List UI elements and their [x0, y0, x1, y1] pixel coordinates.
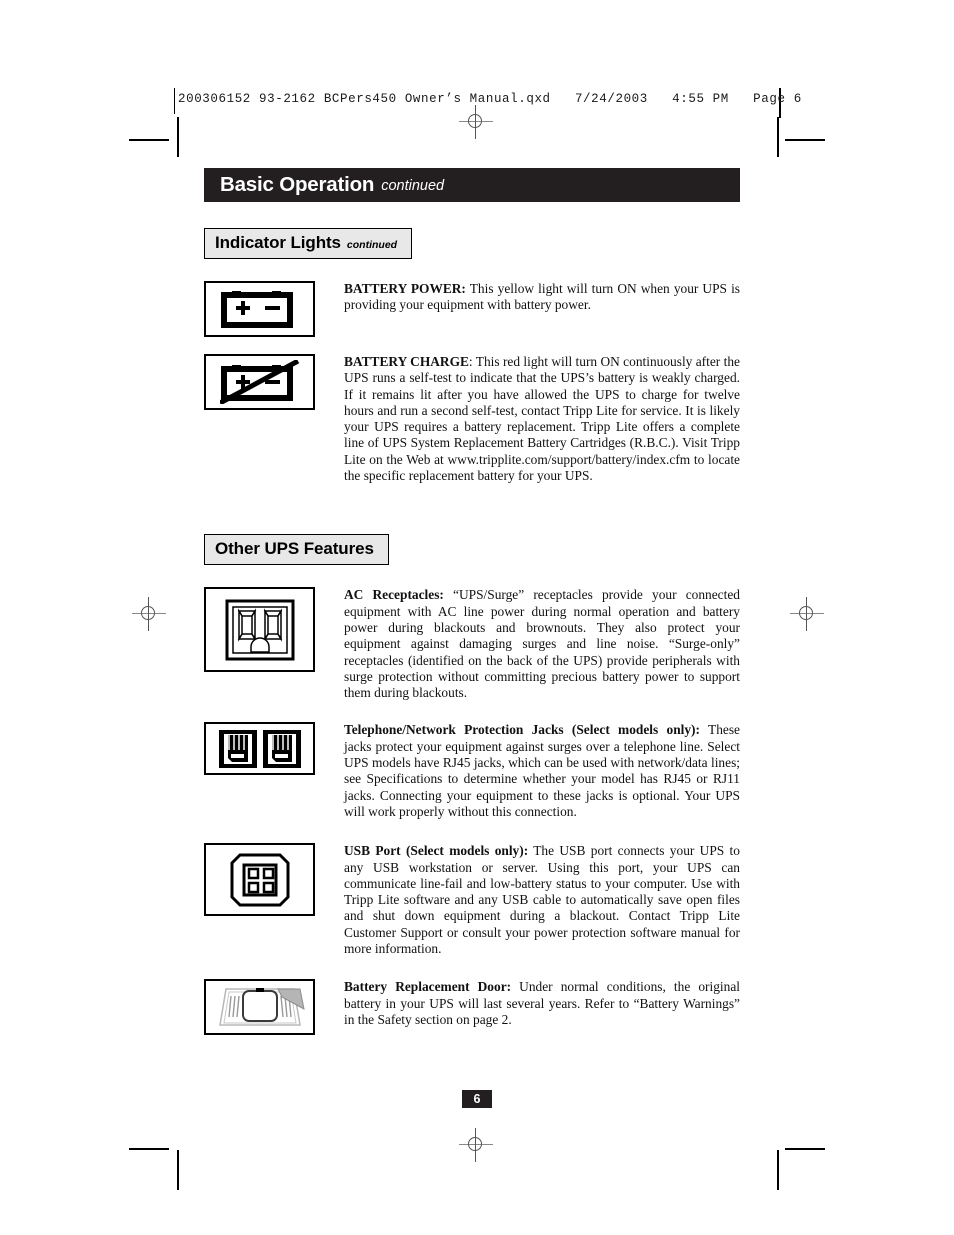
page-title-continued: continued: [381, 178, 445, 194]
feature-text-ac-receptacles: AC Receptacles: “UPS/Surge” receptacles …: [316, 587, 740, 701]
battery-door-icon: [218, 988, 305, 1027]
section-heading-continued: continued: [346, 239, 398, 251]
section-heading-indicator-lights: Indicator Lights continued: [204, 228, 413, 259]
section-heading-other-ups-features: Other UPS Features: [204, 534, 389, 566]
feature-lead-battery-replacement-door: Battery Replacement Door:: [344, 979, 512, 995]
icon-cell: [204, 587, 316, 673]
feature-text-battery-power: BATTERY POWER: This yellow light will tu…: [316, 281, 740, 314]
icon-cell: [204, 281, 316, 337]
ac-receptacle-icon-frame: [204, 587, 315, 673]
icon-cell: [204, 979, 316, 1036]
feature-row-telephone-network-jacks: Telephone/Network Protection Jacks (Sele…: [204, 722, 740, 820]
icon-cell: [204, 843, 316, 917]
crop-mark-bottom-left-horizontal: [129, 1148, 169, 1150]
feature-row-battery-charge: BATTERY CHARGE: This red light will turn…: [204, 354, 740, 484]
battery-door-icon-frame: [204, 979, 315, 1036]
crop-mark-bottom-left-vertical: [177, 1150, 179, 1190]
crop-mark-bottom-right-vertical: [777, 1150, 779, 1190]
page-content: Basic Operation continued Indicator Ligh…: [204, 168, 740, 1036]
feature-text-telephone-network-jacks: Telephone/Network Protection Jacks (Sele…: [316, 722, 740, 820]
feature-text-usb-port: USB Port (Select models only): The USB p…: [316, 843, 740, 957]
file-header-text: 200306152 93-2162 BCPers450 Owner’s Manu…: [178, 92, 802, 106]
header-rule-left: [174, 88, 175, 114]
feature-text-battery-replacement-door: Battery Replacement Door: Under normal c…: [316, 979, 740, 1028]
feature-row-usb-port: USB Port (Select models only): The USB p…: [204, 843, 740, 957]
usb-port-icon-frame: [204, 843, 315, 917]
feature-text-battery-charge: BATTERY CHARGE: This red light will turn…: [316, 354, 740, 484]
crop-mark-top-left-horizontal: [129, 139, 169, 141]
registration-mark-left: [132, 597, 166, 631]
page-number-badge: 6: [462, 1090, 492, 1108]
section-heading-label: Indicator Lights: [215, 233, 341, 252]
feature-row-battery-replacement-door: Battery Replacement Door: Under normal c…: [204, 979, 740, 1036]
usb-port-icon: [230, 853, 289, 907]
feature-body-ac-receptacles: “UPS/Surge” receptacles provide your con…: [344, 587, 740, 701]
battery-slashed-icon: [219, 360, 299, 404]
feature-lead-ac-receptacles: AC Receptacles:: [344, 587, 444, 603]
crop-mark-top-left-vertical: [177, 117, 179, 157]
registration-mark-bottom: [459, 1128, 493, 1162]
feature-lead-usb-port: USB Port (Select models only):: [344, 843, 529, 859]
icon-cell: [204, 354, 316, 410]
battery-icon: [220, 291, 293, 328]
crop-mark-bottom-right-horizontal: [785, 1148, 825, 1150]
rj-jacks-icon: [218, 729, 301, 768]
page-number: 6: [473, 1092, 481, 1106]
section-heading-label: Other UPS Features: [215, 539, 374, 559]
feature-row-ac-receptacles: AC Receptacles: “UPS/Surge” receptacles …: [204, 587, 740, 701]
rj-jacks-icon-frame: [204, 722, 315, 776]
battery-icon-frame: [204, 281, 315, 337]
feature-lead-battery-power: BATTERY POWER:: [344, 281, 466, 296]
feature-lead-battery-charge: BATTERY CHARGE: [344, 354, 469, 369]
battery-slashed-icon-frame: [204, 354, 315, 410]
crop-mark-top-right-horizontal: [785, 139, 825, 141]
ac-receptacle-icon: [225, 599, 294, 661]
feature-body-battery-charge: : This red light will turn ON continuous…: [344, 354, 740, 484]
feature-body-usb-port: The USB port connects your UPS to any US…: [344, 843, 740, 957]
feature-lead-telephone-network-jacks: Telephone/Network Protection Jacks (Sele…: [344, 722, 700, 738]
page-title-bar: Basic Operation continued: [204, 168, 740, 202]
registration-mark-right: [790, 597, 824, 631]
icon-cell: [204, 722, 316, 776]
crop-mark-top-right-vertical: [777, 117, 779, 157]
registration-mark-top: [459, 105, 493, 139]
feature-row-battery-power: BATTERY POWER: This yellow light will tu…: [204, 281, 740, 337]
page-title: Basic Operation: [220, 173, 375, 196]
